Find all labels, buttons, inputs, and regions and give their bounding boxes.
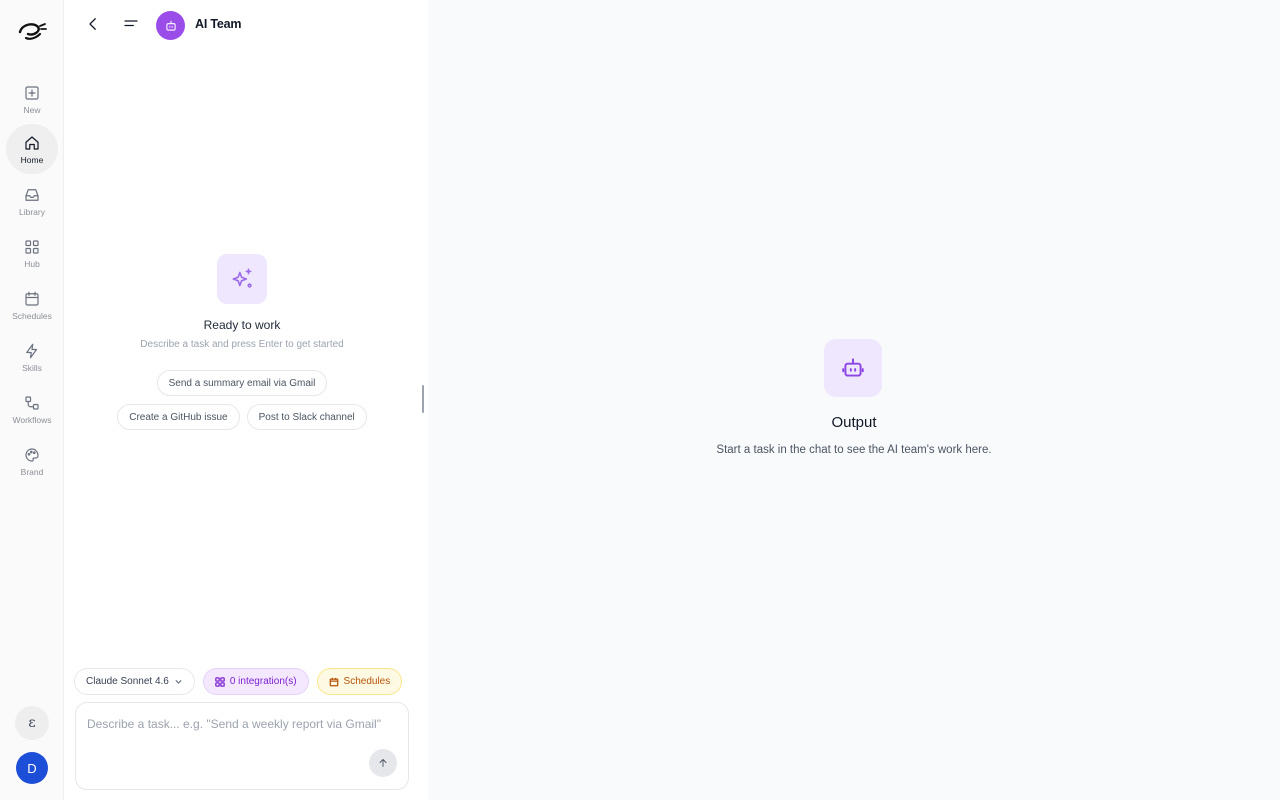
logo-icon: [18, 23, 47, 40]
inbox-icon: [25, 188, 39, 201]
plus-square-icon: [25, 85, 39, 100]
calendar-icon: [25, 291, 39, 306]
panel-resize-handle[interactable]: [422, 385, 424, 413]
schedules-button[interactable]: Schedules: [316, 668, 403, 695]
empty-state: Ready to work Describe a task and press …: [64, 254, 420, 430]
sidebar-item-label: Schedules: [12, 310, 52, 321]
suggestion-chip-github[interactable]: Create a GitHub issue: [117, 404, 240, 430]
integrations-button[interactable]: 0 integration(s): [202, 668, 309, 695]
sidebar-item-brand[interactable]: Brand: [6, 436, 58, 486]
robot-icon: [842, 358, 864, 377]
lightning-icon: [26, 343, 38, 358]
palette-icon: [25, 447, 39, 462]
sidebar-item-label: Skills: [22, 362, 42, 373]
grid-icon: [25, 239, 39, 254]
sidebar-item-label: Home: [20, 154, 44, 165]
team-avatar: [156, 11, 185, 40]
sidebar-item-label: Hub: [24, 258, 40, 269]
chat-header: AI Team: [64, 0, 426, 50]
home-icon: [25, 135, 39, 150]
page-title: AI Team: [195, 17, 242, 31]
sparkle-tile: [217, 254, 267, 304]
output-panel: Output Start a task in the chat to see t…: [428, 0, 1280, 800]
extension-button[interactable]: ɛ: [15, 706, 49, 740]
chat-panel: AI Team Ready to work Describe a task an…: [64, 0, 426, 800]
send-button[interactable]: [369, 749, 397, 777]
composer-toolbar: Claude Sonnet 4.6 0 integration(s) Sched…: [74, 668, 403, 695]
calendar-icon: [329, 677, 338, 686]
model-selector[interactable]: Claude Sonnet 4.6: [74, 668, 195, 695]
menu-button[interactable]: [120, 13, 142, 35]
suggestion-chip-gmail[interactable]: Send a summary email via Gmail: [156, 370, 328, 396]
icon-sidebar: New Home Library Hub Schedules Skills Wo…: [0, 0, 64, 800]
menu-icon: [124, 20, 138, 27]
empty-state-subtitle: Describe a task and press Enter to get s…: [140, 339, 344, 350]
grid-icon: [215, 676, 225, 687]
output-subtitle: Start a task in the chat to see the AI t…: [716, 444, 992, 456]
task-input[interactable]: Describe a task... e.g. "Send a weekly r…: [75, 702, 409, 790]
sidebar-item-schedules[interactable]: Schedules: [6, 280, 58, 330]
sidebar-item-new[interactable]: New: [6, 74, 58, 124]
chevron-left-icon: [89, 18, 96, 30]
sidebar-item-label: Workflows: [12, 414, 52, 425]
sidebar-item-label: Library: [19, 206, 45, 217]
sidebar-item-workflows[interactable]: Workflows: [6, 384, 58, 434]
user-avatar[interactable]: D: [16, 752, 48, 784]
schedules-label: Schedules: [343, 676, 391, 687]
arrow-up-icon: [379, 759, 387, 767]
integrations-label: 0 integration(s): [229, 676, 297, 687]
suggestion-chips: Send a summary email via Gmail Create a …: [64, 370, 420, 430]
model-label: Claude Sonnet 4.6: [86, 676, 169, 687]
robot-icon: [165, 20, 176, 31]
sidebar-item-label: Brand: [20, 466, 44, 477]
output-icon-tile: [824, 339, 882, 397]
workflow-icon: [25, 395, 39, 410]
sparkle-icon: [232, 268, 252, 288]
sidebar-item-home[interactable]: Home: [6, 124, 58, 174]
output-title: Output: [831, 414, 877, 431]
app-logo[interactable]: [16, 18, 48, 44]
chevron-down-icon: [175, 679, 182, 684]
sidebar-item-hub[interactable]: Hub: [6, 228, 58, 278]
task-input-placeholder: Describe a task... e.g. "Send a weekly r…: [87, 717, 381, 731]
empty-state-title: Ready to work: [203, 318, 281, 332]
sidebar-item-label: New: [23, 104, 41, 115]
back-button[interactable]: [82, 13, 104, 35]
sidebar-item-library[interactable]: Library: [6, 176, 58, 226]
suggestion-chip-slack[interactable]: Post to Slack channel: [246, 404, 367, 430]
sidebar-item-skills[interactable]: Skills: [6, 332, 58, 382]
